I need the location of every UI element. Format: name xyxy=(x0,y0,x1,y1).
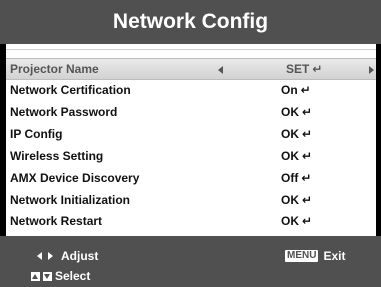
enter-icon: ↵ xyxy=(301,171,312,185)
menu-title: Network Config xyxy=(0,0,381,44)
menu-item-network-initialization[interactable]: Network Initialization OK ↵ xyxy=(6,189,376,211)
enter-icon: ↵ xyxy=(302,149,313,163)
menu-item-network-restart[interactable]: Network Restart OK ↵ xyxy=(6,210,376,232)
enter-icon: ↵ xyxy=(302,214,313,228)
menu-item-label: IP Config xyxy=(10,127,63,141)
menu-item-value: OK ↵ xyxy=(281,105,313,119)
hint-adjust-label: Adjust xyxy=(61,249,99,263)
menu-item-ip-config[interactable]: IP Config OK ↵ xyxy=(6,123,376,145)
menu-item-value: OK ↵ xyxy=(281,214,313,228)
hint-exit: MENU Exit xyxy=(285,249,345,263)
enter-icon: ↵ xyxy=(302,193,313,207)
arrow-left-icon[interactable] xyxy=(218,66,223,74)
menu-item-amx-device-discovery[interactable]: AMX Device Discovery Off ↵ xyxy=(6,167,376,189)
enter-icon: ↵ xyxy=(312,62,323,76)
menu-item-value: OK ↵ xyxy=(281,127,313,141)
menu-item-label: Network Restart xyxy=(10,214,103,228)
menu-item-value: SET ↵ xyxy=(286,62,323,76)
menu-item-label: Network Certification xyxy=(10,83,131,97)
menu-item-label: AMX Device Discovery xyxy=(10,171,140,185)
hint-select: Select xyxy=(31,269,90,283)
menu-item-value: OK ↵ xyxy=(281,149,313,163)
menu-item-label: Projector Name xyxy=(10,62,99,76)
menu-item-value: OK ↵ xyxy=(281,193,313,207)
menu-item-network-password[interactable]: Network Password OK ↵ xyxy=(6,101,376,123)
arrow-up-key-icon xyxy=(31,271,40,281)
divider xyxy=(6,49,376,50)
menu-key-icon: MENU xyxy=(285,250,319,262)
menu-item-value: Off ↵ xyxy=(281,171,312,185)
arrow-down-key-icon xyxy=(43,271,52,281)
enter-icon: ↵ xyxy=(302,105,313,119)
menu-item-value: On ↵ xyxy=(281,83,311,97)
arrow-right-icon xyxy=(48,252,53,260)
osd-menu: Network Config Projector Name SET ↵ Netwo… xyxy=(0,0,381,287)
menu-panel: Projector Name SET ↵ Network Certificatio… xyxy=(6,44,376,236)
menu-item-network-certification[interactable]: Network Certification On ↵ xyxy=(6,79,376,101)
hint-exit-label: Exit xyxy=(323,249,346,263)
enter-icon: ↵ xyxy=(302,127,313,141)
footer-hints: Adjust Select MENU Exit xyxy=(0,236,381,287)
arrow-right-icon[interactable] xyxy=(369,66,374,74)
arrow-left-icon xyxy=(37,252,42,260)
hint-select-label: Select xyxy=(55,269,91,283)
enter-icon: ↵ xyxy=(300,83,311,97)
menu-item-label: Network Password xyxy=(10,105,118,119)
menu-item-label: Wireless Setting xyxy=(10,149,104,163)
hint-adjust: Adjust xyxy=(37,249,98,263)
menu-item-projector-name[interactable]: Projector Name SET ↵ xyxy=(6,58,376,80)
menu-item-wireless-setting[interactable]: Wireless Setting OK ↵ xyxy=(6,145,376,167)
menu-item-label: Network Initialization xyxy=(10,193,131,207)
